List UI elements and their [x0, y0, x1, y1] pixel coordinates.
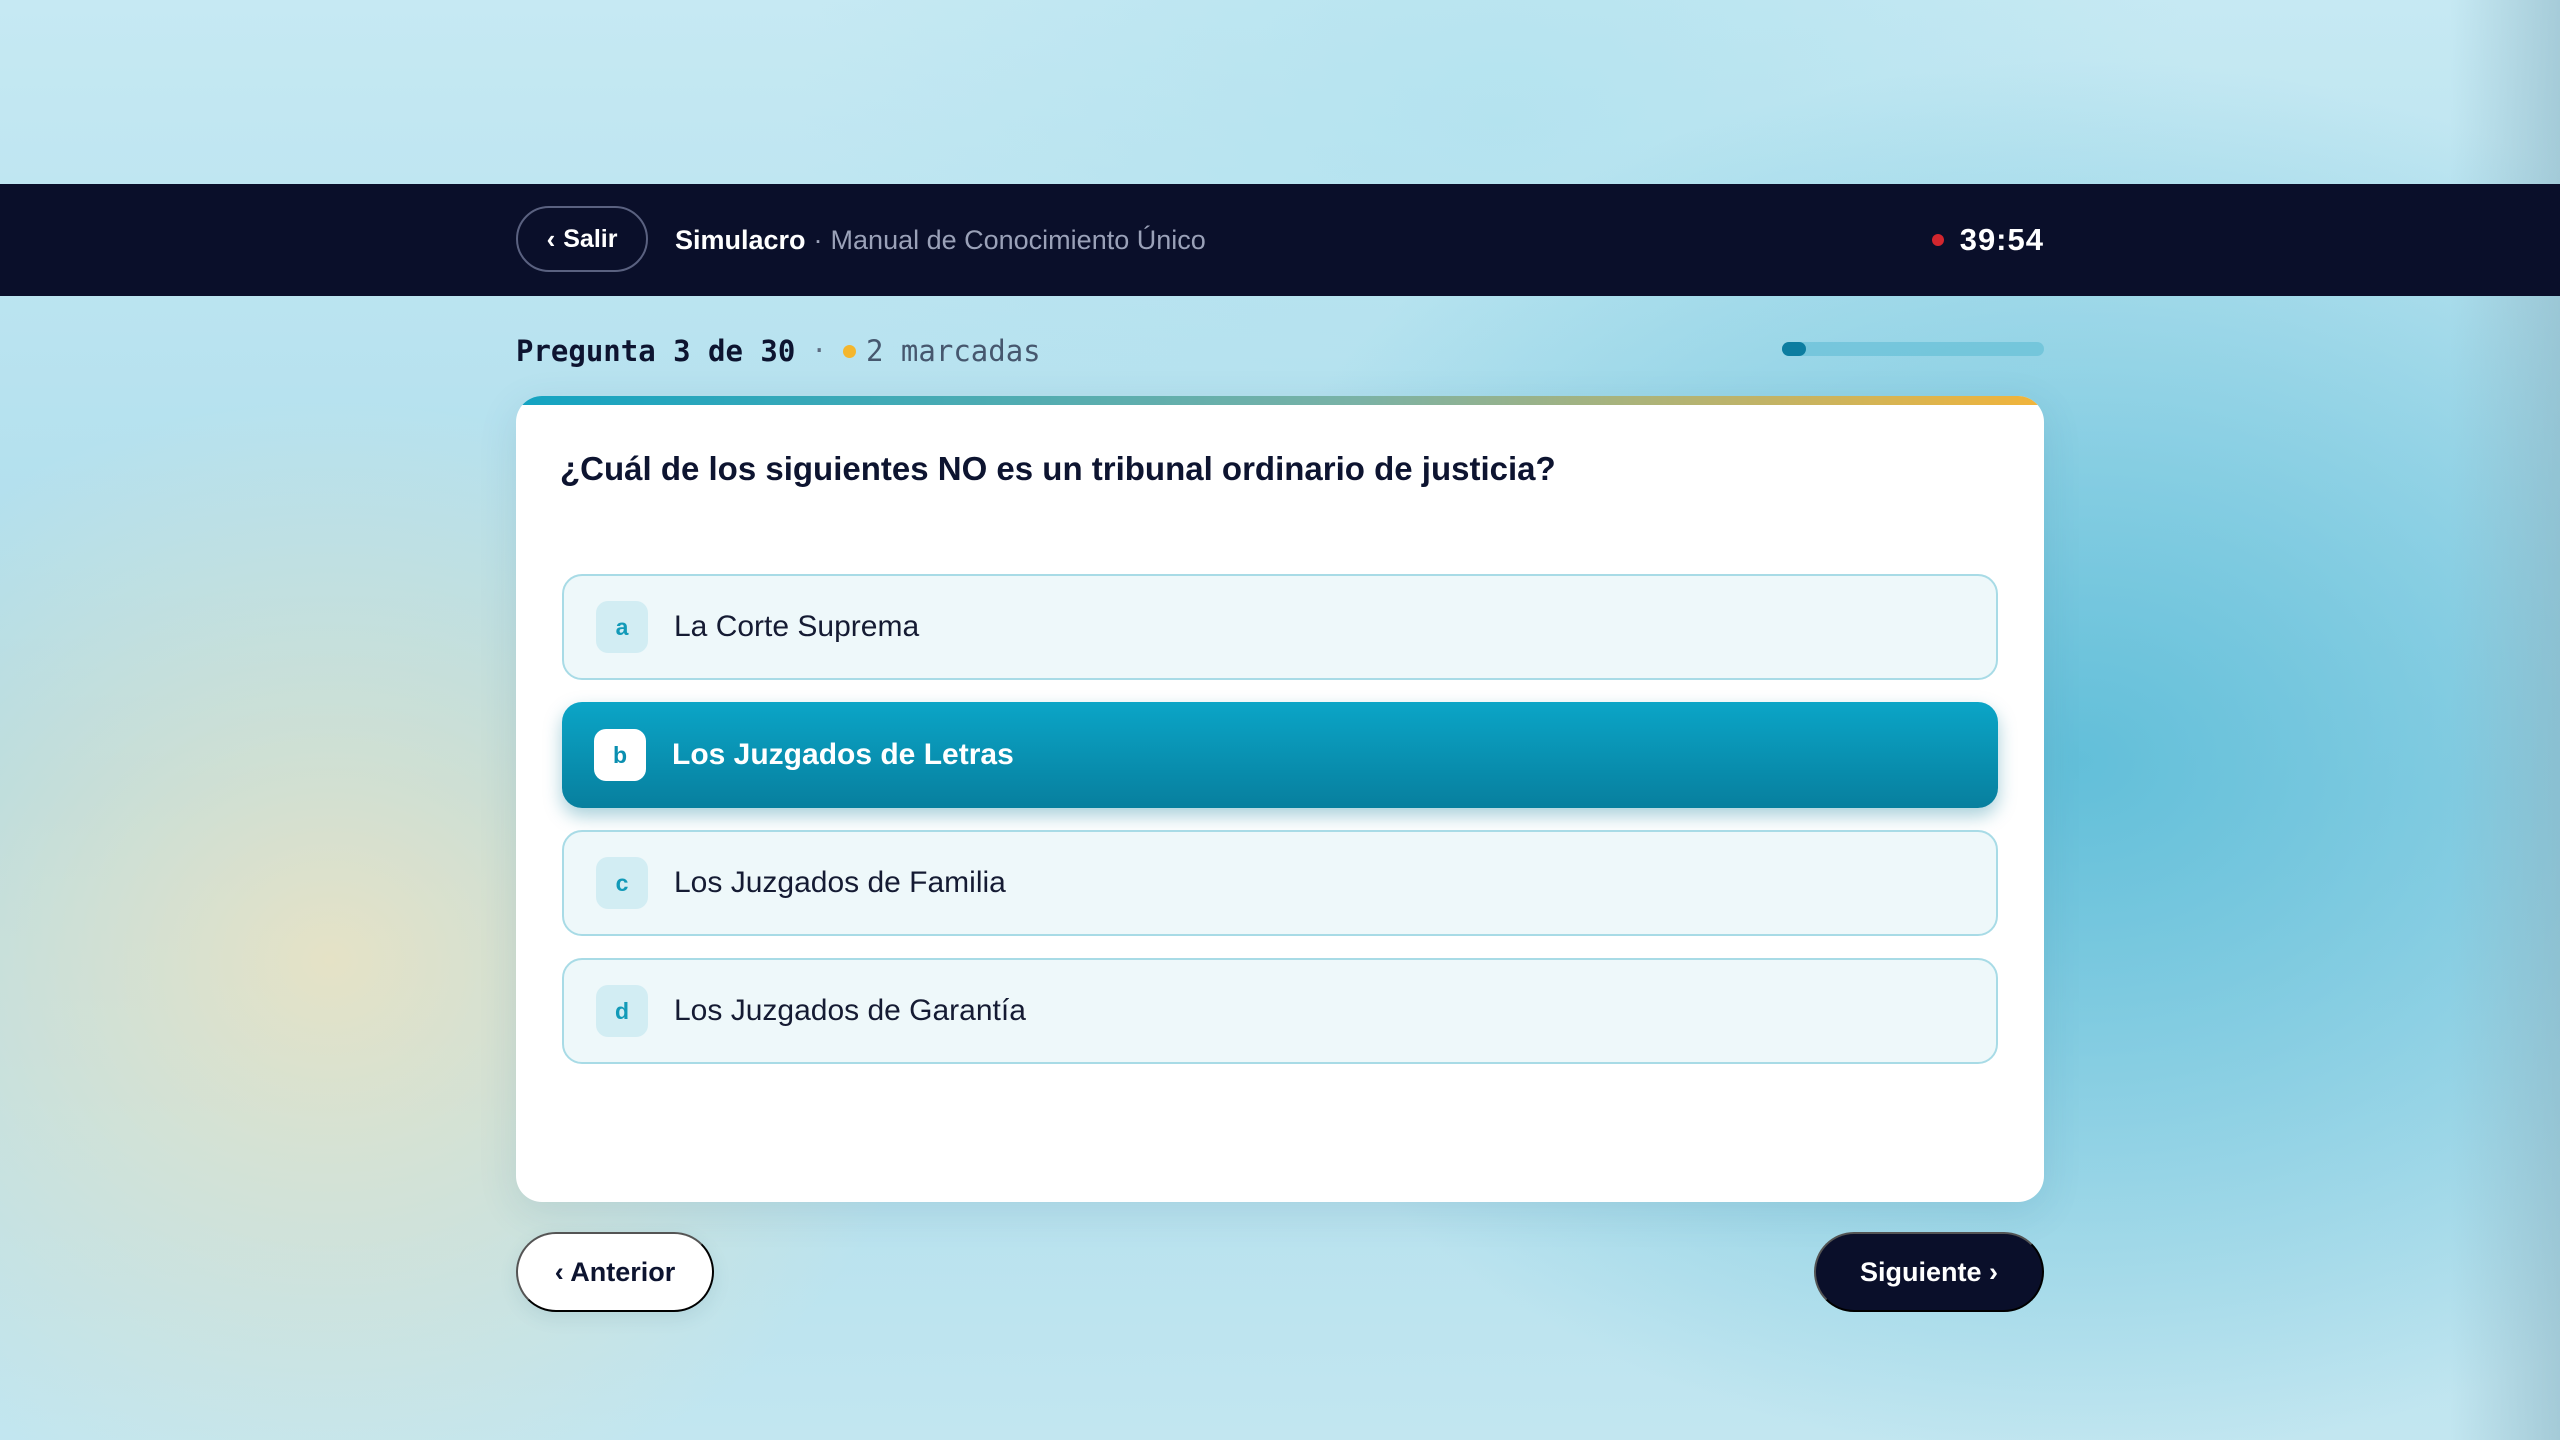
option-d[interactable]: d Los Juzgados de Garantía: [562, 958, 1998, 1064]
previous-button[interactable]: ‹ Anterior: [516, 1232, 714, 1312]
exit-label: Salir: [563, 224, 618, 253]
option-label: Los Juzgados de Familia: [674, 866, 1006, 899]
top-bar: ‹ Salir Simulacro · Manual de Conocimien…: [0, 184, 2560, 296]
option-b[interactable]: b Los Juzgados de Letras: [562, 702, 1998, 808]
option-a[interactable]: a La Corte Suprema: [562, 574, 1998, 680]
option-letter: b: [594, 729, 646, 781]
timer-value: 39:54: [1959, 222, 2044, 257]
next-button[interactable]: Siguiente ›: [1814, 1232, 2044, 1312]
option-label: Los Juzgados de Letras: [672, 738, 1014, 771]
option-letter: d: [596, 985, 648, 1037]
option-label: Los Juzgados de Garantía: [674, 994, 1026, 1027]
progress-bar: [1782, 342, 2044, 356]
question-counter: Pregunta 3 de 30: [516, 334, 796, 368]
progress-separator: ·: [811, 336, 828, 366]
exam-title: Simulacro · Manual de Conocimiento Único: [675, 184, 1206, 296]
progress-row: Pregunta 3 de 30 · 2 marcadas: [516, 326, 2044, 376]
chevron-left-icon: ‹: [546, 223, 556, 254]
timer-recording-dot: [1931, 234, 1944, 246]
card-accent-stripe: [516, 396, 2044, 405]
marked-count: 2 marcadas: [866, 334, 1041, 368]
option-c[interactable]: c Los Juzgados de Familia: [562, 830, 1998, 936]
exam-subject: Manual de Conocimiento Único: [830, 224, 1206, 255]
exam-mode: Simulacro: [675, 224, 806, 255]
option-label: La Corte Suprema: [674, 610, 920, 643]
title-separator: ·: [813, 224, 823, 255]
exit-button[interactable]: ‹ Salir: [516, 206, 648, 272]
timer: 39:54: [1931, 184, 2044, 296]
question-card: ¿Cuál de los siguientes NO es un tribuna…: [516, 396, 2044, 1202]
option-letter: a: [596, 601, 648, 653]
progress-bar-fill: [1782, 342, 1806, 356]
question-text: ¿Cuál de los siguientes NO es un tribuna…: [560, 450, 1556, 487]
option-letter: c: [596, 857, 648, 909]
marked-dot-icon: [843, 344, 857, 358]
